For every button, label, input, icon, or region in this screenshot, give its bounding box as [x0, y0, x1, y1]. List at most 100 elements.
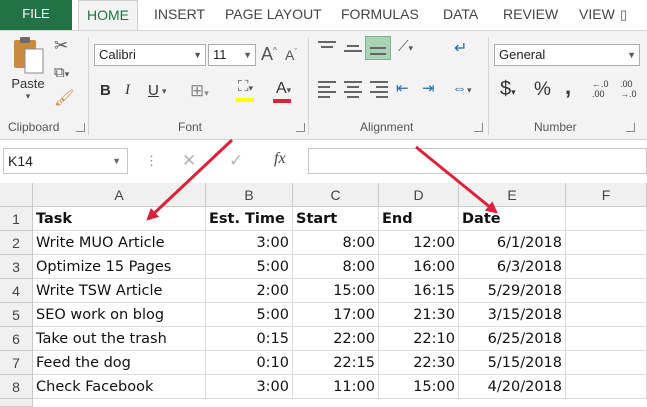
- name-box[interactable]: K14 ▼: [3, 148, 128, 174]
- row-header[interactable]: 5: [0, 303, 33, 327]
- tab-formulas[interactable]: FORMULAS: [341, 0, 419, 30]
- paste-button[interactable]: Paste ▾: [6, 35, 50, 102]
- table-row-cell[interactable]: Write TSW Article: [33, 279, 206, 303]
- table-row-cell[interactable]: 4/20/2018: [459, 375, 566, 399]
- top-align-icon[interactable]: [318, 41, 338, 57]
- row-header[interactable]: 1: [0, 207, 33, 231]
- table-row-cell[interactable]: [566, 375, 647, 399]
- formula-input[interactable]: [308, 148, 647, 174]
- table-row-cell[interactable]: 3:00: [206, 231, 293, 255]
- select-all-corner[interactable]: [0, 183, 33, 207]
- percent-button[interactable]: %: [534, 80, 551, 99]
- tab-review[interactable]: REVIEW: [503, 0, 558, 30]
- font-launcher-icon[interactable]: [296, 123, 305, 132]
- increase-decimal-button[interactable]: ←.0 .00: [592, 79, 616, 99]
- table-row-cell[interactable]: 0:10: [206, 351, 293, 375]
- table-row-cell[interactable]: SEO work on blog: [33, 303, 206, 327]
- number-launcher-icon[interactable]: [626, 123, 635, 132]
- table-row-cell[interactable]: Check Facebook: [33, 375, 206, 399]
- table-row-cell[interactable]: 21:30: [379, 303, 459, 327]
- column-header-d[interactable]: D: [379, 183, 459, 207]
- shrink-font-button[interactable]: Aˇ: [285, 48, 297, 62]
- tab-file[interactable]: FILE: [0, 0, 72, 30]
- table-row-cell[interactable]: Feed the dog: [33, 351, 206, 375]
- cell-c1[interactable]: Start: [293, 207, 379, 231]
- merge-center-icon[interactable]: ⇔▾: [452, 81, 472, 96]
- table-row-cell[interactable]: 22:00: [293, 327, 379, 351]
- help-icon[interactable]: ▯: [620, 8, 627, 21]
- table-row-cell[interactable]: 16:00: [379, 255, 459, 279]
- column-header-b[interactable]: B: [206, 183, 293, 207]
- comma-style-button[interactable]: ,: [565, 76, 571, 98]
- tab-insert[interactable]: INSERT: [154, 0, 205, 30]
- table-row-cell[interactable]: 6/25/2018: [459, 327, 566, 351]
- table-row-cell[interactable]: 15:00: [379, 375, 459, 399]
- cell-d1[interactable]: End: [379, 207, 459, 231]
- table-row-cell[interactable]: 3/15/2018: [459, 303, 566, 327]
- insert-function-icon[interactable]: fx: [274, 151, 286, 167]
- row-header[interactable]: 3: [0, 255, 33, 279]
- table-row-cell[interactable]: [566, 303, 647, 327]
- cell-b1[interactable]: Est. Time: [206, 207, 293, 231]
- alignment-launcher-icon[interactable]: [474, 123, 483, 132]
- chevron-down-icon[interactable]: ▾: [162, 87, 167, 96]
- middle-align-icon[interactable]: [344, 41, 364, 57]
- copy-icon[interactable]: ⧉▾: [54, 65, 69, 80]
- fill-color-icon[interactable]: ⛶▾: [238, 79, 253, 94]
- table-row-cell[interactable]: [566, 231, 647, 255]
- tab-page-layout[interactable]: PAGE LAYOUT: [225, 0, 322, 30]
- wrap-text-icon[interactable]: ↵: [454, 41, 467, 57]
- column-header-a[interactable]: A: [33, 183, 206, 207]
- table-row-cell[interactable]: 22:15: [293, 351, 379, 375]
- tab-data[interactable]: DATA: [443, 0, 478, 30]
- orientation-icon[interactable]: ⟋▾: [398, 39, 413, 54]
- table-row-cell[interactable]: 8:00: [293, 231, 379, 255]
- italic-button[interactable]: I: [125, 83, 130, 98]
- table-row-cell[interactable]: 5/15/2018: [459, 351, 566, 375]
- table-row-cell[interactable]: 22:10: [379, 327, 459, 351]
- align-right-icon[interactable]: [370, 81, 390, 99]
- table-row-cell[interactable]: [566, 255, 647, 279]
- column-header-f[interactable]: F: [566, 183, 647, 207]
- enter-icon[interactable]: ✓: [229, 152, 243, 169]
- row-header[interactable]: 7: [0, 351, 33, 375]
- row-header[interactable]: 2: [0, 231, 33, 255]
- decrease-decimal-button[interactable]: .00 →.0: [620, 79, 644, 99]
- table-row-cell[interactable]: [566, 327, 647, 351]
- font-size-select[interactable]: 11 ▼: [208, 44, 256, 66]
- clipboard-launcher-icon[interactable]: [76, 123, 85, 132]
- align-center-icon[interactable]: [344, 81, 364, 99]
- align-left-icon[interactable]: [318, 81, 338, 99]
- row-header[interactable]: [0, 399, 33, 407]
- row-header[interactable]: 4: [0, 279, 33, 303]
- table-row-cell[interactable]: 17:00: [293, 303, 379, 327]
- font-color-button[interactable]: A▾: [276, 81, 291, 97]
- table-row-cell[interactable]: 3:00: [206, 375, 293, 399]
- table-row-cell[interactable]: 8:00: [293, 255, 379, 279]
- table-row-cell[interactable]: Write MUO Article: [33, 231, 206, 255]
- table-row-cell[interactable]: Optimize 15 Pages: [33, 255, 206, 279]
- table-row-cell[interactable]: Take out the trash: [33, 327, 206, 351]
- row-header[interactable]: 6: [0, 327, 33, 351]
- column-header-e[interactable]: E: [459, 183, 566, 207]
- table-row-cell[interactable]: 5:00: [206, 255, 293, 279]
- currency-button[interactable]: $▾: [500, 79, 516, 99]
- number-format-select[interactable]: General ▼: [494, 44, 640, 66]
- row-header[interactable]: 8: [0, 375, 33, 399]
- underline-button[interactable]: U: [148, 83, 159, 98]
- increase-indent-icon[interactable]: ⇥: [422, 81, 435, 96]
- table-row-cell[interactable]: 11:00: [293, 375, 379, 399]
- column-header-c[interactable]: C: [293, 183, 379, 207]
- decrease-indent-icon[interactable]: ⇤: [396, 81, 409, 96]
- table-row-cell[interactable]: 5/29/2018: [459, 279, 566, 303]
- table-row-cell[interactable]: 5:00: [206, 303, 293, 327]
- cut-icon[interactable]: ✂: [54, 37, 68, 54]
- table-row-cell[interactable]: 15:00: [293, 279, 379, 303]
- font-name-select[interactable]: Calibri ▼: [94, 44, 206, 66]
- table-row-cell[interactable]: [566, 351, 647, 375]
- table-row-cell[interactable]: 22:30: [379, 351, 459, 375]
- cancel-icon[interactable]: ✕: [182, 152, 196, 169]
- cell-a1[interactable]: Task: [33, 207, 206, 231]
- borders-icon[interactable]: ⊞▾: [190, 82, 209, 99]
- bold-button[interactable]: B: [100, 83, 111, 98]
